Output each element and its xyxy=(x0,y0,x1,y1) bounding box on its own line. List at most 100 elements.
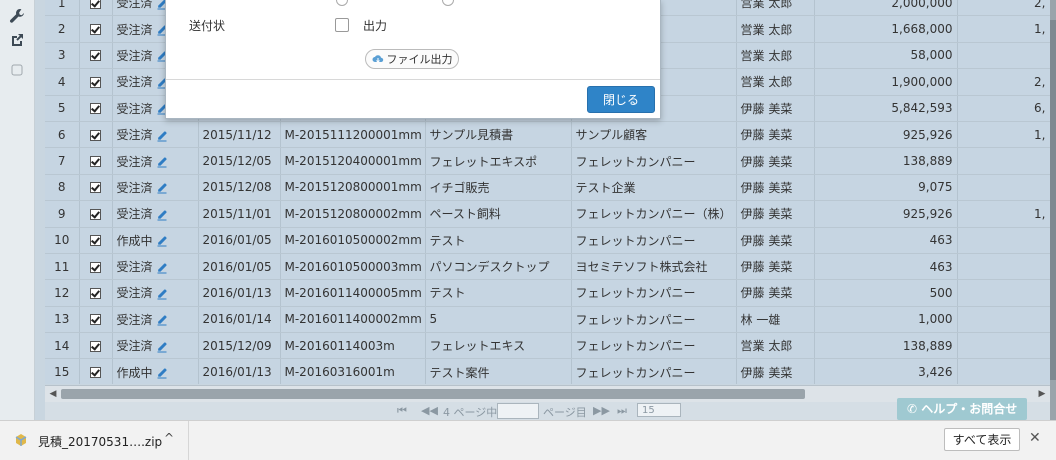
row-checkbox[interactable] xyxy=(79,42,113,70)
rep-cell: 伊藤 美菜 xyxy=(736,358,815,384)
extra-cell: 1, xyxy=(957,121,1050,149)
square-icon[interactable] xyxy=(9,62,25,78)
edit-pencil-icon[interactable] xyxy=(156,235,168,247)
file-export-button[interactable]: ファイル出力 xyxy=(365,49,459,69)
vertical-scroll-thumb[interactable] xyxy=(1050,20,1056,380)
prev-page-icon[interactable]: ◀◀ xyxy=(421,404,438,417)
cover-letter-checkbox-label[interactable]: 出力 xyxy=(363,17,387,34)
amount-cell: 1,668,000 xyxy=(814,15,958,43)
help-contact-button[interactable]: ✆ ヘルプ・お問合せ xyxy=(897,398,1027,420)
row-checkbox[interactable] xyxy=(79,147,113,175)
table-row[interactable]: 6 受注済 2015/11/12 M-2015111200001mm サンプル見積書 サン… xyxy=(45,121,1050,149)
row-checkbox-checked[interactable] xyxy=(90,261,101,273)
table-row[interactable]: 9 受注済 2015/11/01 M-2015120800002mm ペースト飼料 フェレ… xyxy=(45,200,1050,228)
subject-cell: 5 xyxy=(425,306,572,334)
row-checkbox[interactable] xyxy=(79,15,113,43)
amount-cell: 925,926 xyxy=(814,200,958,228)
row-checkbox[interactable] xyxy=(79,253,113,281)
table-row[interactable]: 10 作成中 2016/01/05 M-2016010500002mm テスト フェレット… xyxy=(45,227,1050,254)
table-row[interactable]: 14 受注済 2015/12/09 M-20160114003m フェレットエキス フェレ… xyxy=(45,332,1050,360)
row-checkbox[interactable] xyxy=(79,358,113,384)
edit-pencil-icon[interactable] xyxy=(156,130,168,142)
row-number: 1 xyxy=(45,0,80,17)
row-checkbox[interactable] xyxy=(79,200,113,228)
row-checkbox-checked[interactable] xyxy=(90,340,101,352)
edit-pencil-icon[interactable] xyxy=(156,341,168,353)
row-checkbox-checked[interactable] xyxy=(90,367,101,379)
row-checkbox-checked[interactable] xyxy=(90,314,101,326)
row-checkbox-checked[interactable] xyxy=(90,129,101,141)
page-number-input[interactable] xyxy=(497,403,539,419)
row-checkbox-checked[interactable] xyxy=(90,182,101,194)
row-checkbox[interactable] xyxy=(79,332,113,360)
rep-cell: 伊藤 美菜 xyxy=(736,253,815,281)
row-checkbox-checked[interactable] xyxy=(90,24,101,36)
first-page-icon[interactable]: ⏮ xyxy=(397,404,407,418)
row-checkbox[interactable] xyxy=(79,174,113,202)
edit-pencil-icon[interactable] xyxy=(156,209,168,221)
table-row[interactable]: 12 受注済 2016/01/13 M-2016011400005mm テスト フェレット… xyxy=(45,279,1050,307)
row-number: 15 xyxy=(45,358,80,384)
external-link-icon[interactable] xyxy=(9,32,25,48)
table-row[interactable]: 15 作成中 2016/01/13 M-20160316001m テスト案件 フェレットカ… xyxy=(45,358,1050,384)
date-cell: 2015/12/05 xyxy=(198,147,281,175)
row-checkbox-checked[interactable] xyxy=(90,0,101,9)
row-checkbox-checked[interactable] xyxy=(90,103,101,115)
horizontal-scroll-thumb[interactable] xyxy=(61,389,805,399)
row-checkbox-checked[interactable] xyxy=(90,208,101,220)
row-checkbox[interactable] xyxy=(79,68,113,96)
subject-cell: テスト案件 xyxy=(425,358,572,384)
table-row[interactable]: 13 受注済 2016/01/14 M-2016011400002mm 5 フェレットカン… xyxy=(45,306,1050,334)
table-row[interactable]: 11 受注済 2016/01/05 M-2016010500003mm パソコンデスクト… xyxy=(45,253,1050,281)
edit-pencil-icon[interactable] xyxy=(156,262,168,274)
close-icon[interactable]: ✕ xyxy=(1029,430,1041,446)
vertical-scrollbar[interactable] xyxy=(1050,0,1056,420)
download-item[interactable]: 見積_20170531….zip ^ xyxy=(0,421,189,460)
rep-cell: 伊藤 美菜 xyxy=(736,121,815,149)
row-checkbox-checked[interactable] xyxy=(90,156,101,168)
row-checkbox[interactable] xyxy=(79,95,113,122)
row-checkbox[interactable] xyxy=(79,279,113,307)
scroll-right-icon[interactable]: ▶ xyxy=(1036,388,1048,400)
download-file-name: 見積_20170531….zip xyxy=(38,435,163,449)
next-page-icon[interactable]: ▶▶ xyxy=(593,404,610,417)
row-checkbox-checked[interactable] xyxy=(90,235,101,247)
pager-text-right: ページ目 xyxy=(543,406,587,419)
table-row[interactable]: 8 受注済 2015/12/08 M-2015120800001mm イチゴ販売 テスト企… xyxy=(45,174,1050,202)
extra-cell: 1, xyxy=(957,200,1050,228)
radio-option-b[interactable] xyxy=(442,0,454,6)
cover-letter-checkbox[interactable] xyxy=(335,18,349,32)
amount-cell: 3,426 xyxy=(814,358,958,384)
page-size-select[interactable]: 15 xyxy=(637,403,681,417)
close-button[interactable]: 閉じる xyxy=(587,86,655,113)
row-number: 14 xyxy=(45,332,80,360)
edit-pencil-icon[interactable] xyxy=(156,314,168,326)
edit-pencil-icon[interactable] xyxy=(156,156,168,168)
status-cell: 受注済 xyxy=(112,306,199,334)
row-checkbox-checked[interactable] xyxy=(90,76,101,88)
rep-cell: 伊藤 美菜 xyxy=(736,147,815,175)
wrench-icon[interactable] xyxy=(9,8,25,24)
extra-cell xyxy=(957,358,1050,384)
radio-option-a[interactable] xyxy=(336,0,348,6)
status-label: 受注済 xyxy=(116,22,153,37)
amount-cell: 138,889 xyxy=(814,332,958,360)
amount-cell: 2,000,000 xyxy=(814,0,958,17)
row-checkbox[interactable] xyxy=(79,306,113,334)
chevron-up-icon[interactable]: ^ xyxy=(164,431,174,445)
date-cell: 2016/01/14 xyxy=(198,306,281,334)
scroll-left-icon[interactable]: ◀ xyxy=(47,388,59,400)
table-row[interactable]: 7 受注済 2015/12/05 M-2015120400001mm フェレットエキスポ… xyxy=(45,147,1050,175)
row-checkbox[interactable] xyxy=(79,0,113,17)
show-all-downloads-button[interactable]: すべて表示 xyxy=(944,428,1020,451)
edit-pencil-icon[interactable] xyxy=(156,288,168,300)
row-number: 10 xyxy=(45,227,80,254)
row-checkbox-checked[interactable] xyxy=(90,50,101,62)
last-page-icon[interactable]: ⏭ xyxy=(617,404,627,418)
edit-pencil-icon[interactable] xyxy=(156,182,168,194)
amount-cell: 463 xyxy=(814,227,958,254)
row-checkbox[interactable] xyxy=(79,227,113,254)
row-checkbox-checked[interactable] xyxy=(90,287,101,299)
row-checkbox[interactable] xyxy=(79,121,113,149)
edit-pencil-icon[interactable] xyxy=(156,367,168,379)
